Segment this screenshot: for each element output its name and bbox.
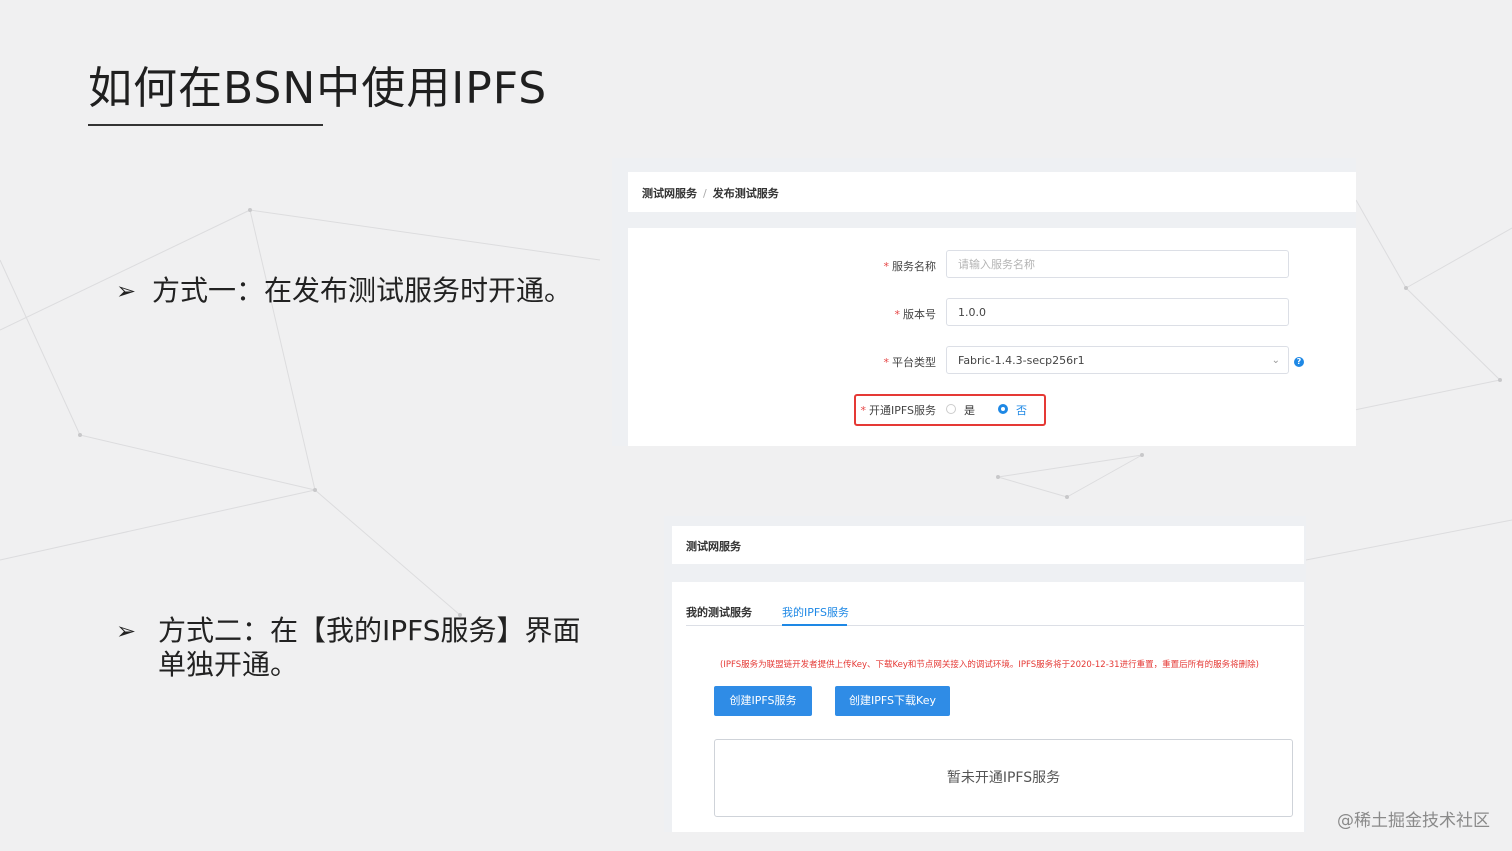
platform-select[interactable]: Fabric-1.4.3-secp256r1 ⌄ <box>946 346 1289 374</box>
breadcrumb-separator: / <box>703 187 707 200</box>
breadcrumb: 测试网服务 / 发布测试服务 <box>642 185 779 201</box>
tab-my-test-services[interactable]: 我的测试服务 <box>686 604 752 620</box>
create-ipfs-service-button[interactable]: 创建IPFS服务 <box>714 686 812 716</box>
tab-my-ipfs-services[interactable]: 我的IPFS服务 <box>782 604 849 620</box>
bullet-method-two: ➢ 方式二：在【我的IPFS服务】界面单独开通。 <box>116 614 606 682</box>
my-ipfs-service-screenshot: 测试网服务 我的测试服务 我的IPFS服务 (IPFS服务为联盟链开发者提供上传… <box>664 516 1306 832</box>
platform-label: * 平台类型 <box>883 356 937 369</box>
tab-divider <box>686 625 1304 626</box>
bullet-method-one-text: 方式一：在发布测试服务时开通。 <box>152 274 573 307</box>
breadcrumb-item-publish: 发布测试服务 <box>712 187 779 200</box>
platform-select-value: Fabric-1.4.3-secp256r1 <box>958 354 1085 367</box>
ipfs-service-label: * 开通IPFS服务 <box>860 404 937 417</box>
ipfs-panel: 我的测试服务 我的IPFS服务 (IPFS服务为联盟链开发者提供上传Key、下载… <box>672 582 1304 832</box>
title-underline <box>88 124 323 126</box>
ipfs-radio-yes[interactable] <box>946 404 956 414</box>
breadcrumb-bar: 测试网服务 / 发布测试服务 <box>628 172 1356 212</box>
slide-title: 如何在BSN中使用IPFS <box>88 63 548 114</box>
ipfs-radio-yes-label[interactable]: 是 <box>964 402 975 418</box>
arrow-bullet-icon: ➢ <box>116 617 137 645</box>
chevron-down-icon: ⌄ <box>1271 355 1280 366</box>
arrow-bullet-icon: ➢ <box>116 277 137 305</box>
ipfs-notice: (IPFS服务为联盟链开发者提供上传Key、下载Key和节点网关接入的调试环境。… <box>720 660 1259 670</box>
ipfs-radio-no-label[interactable]: 否 <box>1016 402 1027 418</box>
service-name-label: * 服务名称 <box>883 260 937 273</box>
version-input[interactable]: 1.0.0 <box>946 298 1289 326</box>
breadcrumb-item-test-network[interactable]: 测试网服务 <box>642 187 697 200</box>
header-bar: 测试网服务 <box>672 526 1304 564</box>
active-tab-indicator <box>782 624 847 626</box>
question-circle-icon[interactable]: ? <box>1294 357 1304 367</box>
service-name-input[interactable]: 请输入服务名称 <box>946 250 1289 278</box>
empty-state-box: 暂未开通IPFS服务 <box>714 739 1293 817</box>
ipfs-radio-no[interactable] <box>998 404 1008 414</box>
create-ipfs-key-button[interactable]: 创建IPFS下载Key <box>835 686 950 716</box>
publish-service-screenshot: 测试网服务 / 发布测试服务 * 服务名称 请输入服务名称 * 版本号 1.0.0 * 平… <box>612 158 1356 446</box>
header-title: 测试网服务 <box>686 540 741 553</box>
bullet-method-two-text: 方式二：在【我的IPFS服务】界面单独开通。 <box>158 614 581 681</box>
form-panel: * 服务名称 请输入服务名称 * 版本号 1.0.0 * 平台类型 Fabric-1.… <box>628 228 1356 446</box>
empty-state-text: 暂未开通IPFS服务 <box>946 770 1061 786</box>
bullet-method-one: ➢ 方式一：在发布测试服务时开通。 <box>116 274 572 308</box>
version-label: * 版本号 <box>894 308 937 321</box>
watermark: @稀土掘金技术社区 <box>1337 811 1490 831</box>
